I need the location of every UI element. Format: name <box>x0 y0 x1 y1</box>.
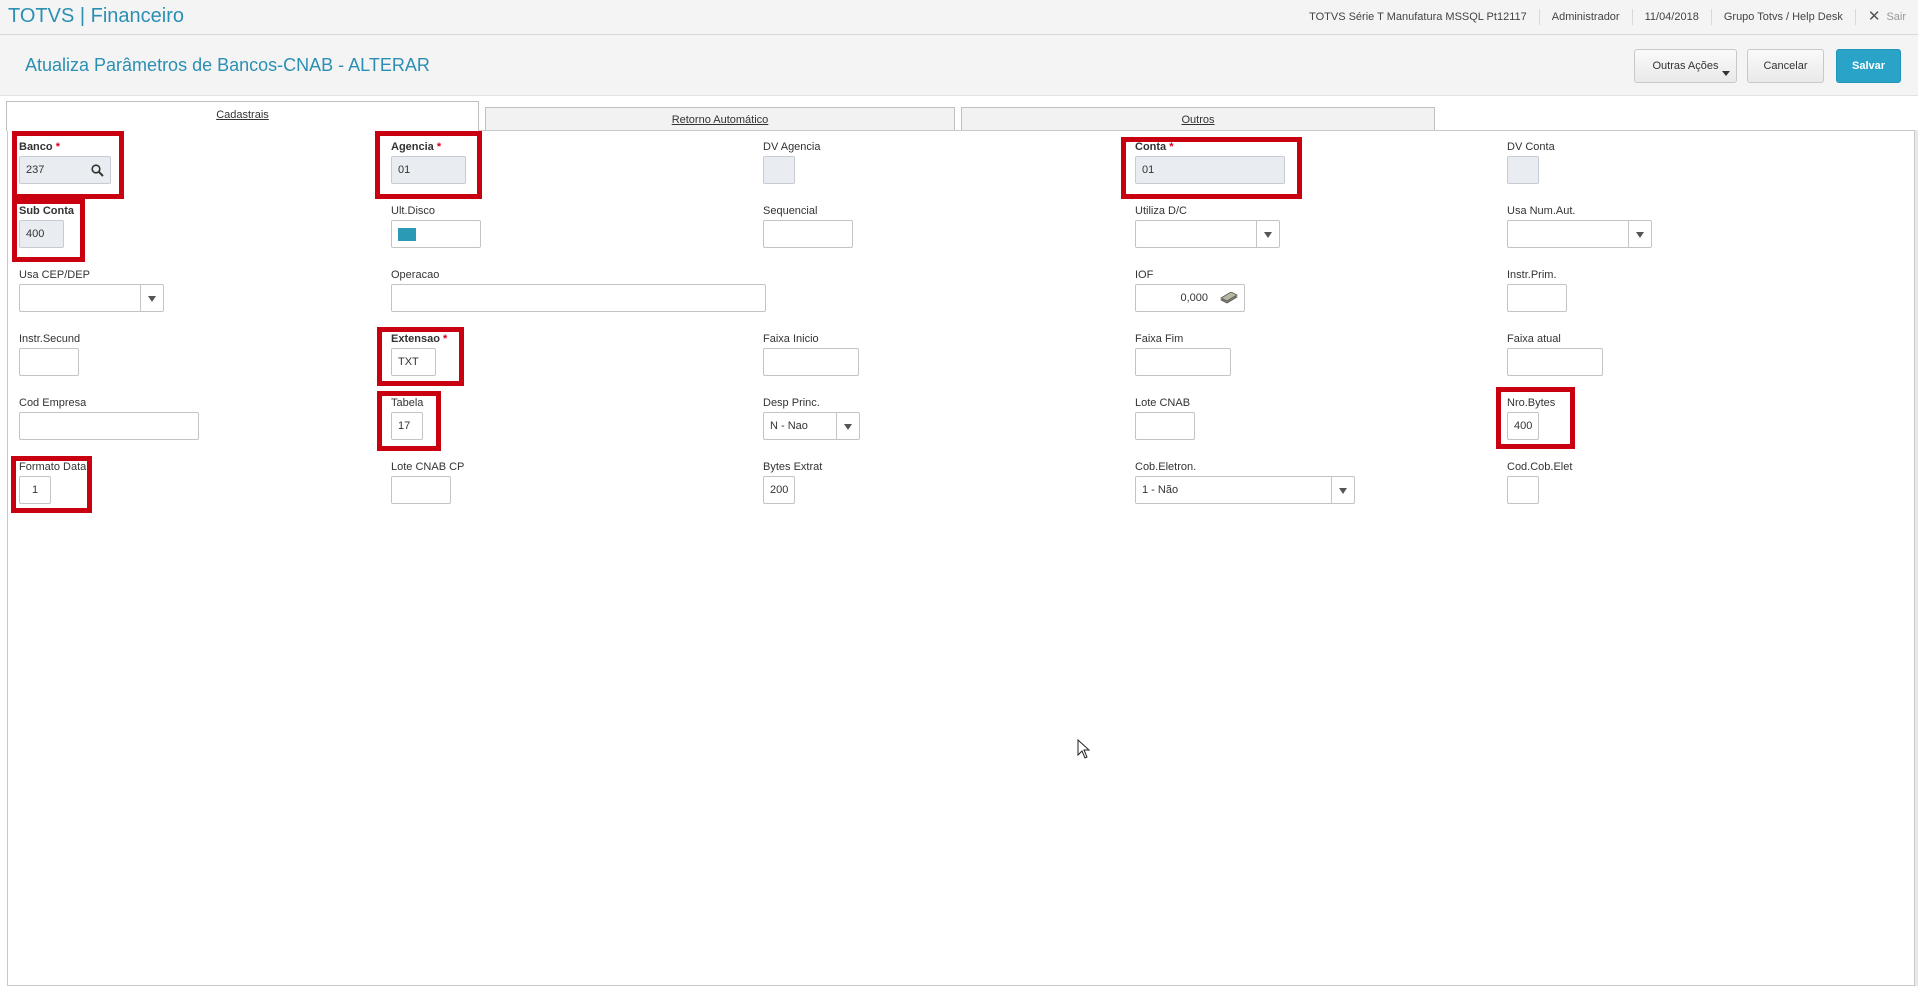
dv-agencia-label: DV Agencia <box>763 141 821 153</box>
lote-cnab-label: Lote CNAB <box>1135 397 1191 409</box>
save-button[interactable]: Salvar <box>1836 49 1901 83</box>
utiliza-dc-label: Utiliza D/C <box>1135 205 1187 217</box>
page-header: Atualiza Parâmetros de Bancos-CNAB - ALT… <box>0 35 1918 96</box>
iof-label: IOF <box>1135 269 1154 281</box>
faixa-atual-label: Faixa atual <box>1507 333 1561 345</box>
cob-eletron-select[interactable]: 1 - Não <box>1135 476 1355 504</box>
cod-empresa-field[interactable] <box>19 412 199 440</box>
faixa-fim-label: Faixa Fim <box>1135 333 1184 345</box>
money-icon[interactable] <box>1219 292 1239 305</box>
chevron-down-icon[interactable] <box>140 285 163 311</box>
desp-princ-select[interactable]: N - Nao <box>763 412 860 440</box>
bytes-extrat-label: Bytes Extrat <box>763 461 823 473</box>
operacao-field[interactable] <box>391 284 766 312</box>
tab-label: Cadastrais <box>216 109 269 121</box>
tab-label: Retorno Automático <box>671 114 769 126</box>
exit-button[interactable]: ✕ Sair <box>1854 8 1918 25</box>
highlight-box <box>12 199 85 262</box>
user-label[interactable]: Administrador <box>1538 9 1632 25</box>
group-label[interactable]: Grupo Totvs / Help Desk <box>1710 9 1855 25</box>
faixa-inicio-label: Faixa Inicio <box>763 333 819 345</box>
cod-cob-elet-field[interactable] <box>1507 476 1539 504</box>
bytes-extrat-field[interactable]: 200 <box>763 476 795 504</box>
instr-secund-field[interactable] <box>19 348 79 376</box>
dv-conta-field[interactable] <box>1507 156 1539 184</box>
color-swatch <box>398 228 416 241</box>
usa-num-aut-label: Usa Num.Aut. <box>1507 205 1576 217</box>
highlight-box <box>377 391 441 451</box>
dv-agencia-field[interactable] <box>763 156 795 184</box>
faixa-inicio-field[interactable] <box>763 348 859 376</box>
desp-princ-label: Desp Princ. <box>763 397 820 409</box>
exit-label: Sair <box>1886 11 1906 23</box>
chevron-down-icon[interactable] <box>1331 477 1354 503</box>
highlight-box <box>11 456 92 513</box>
tab-retorno-automatico[interactable]: Retorno Automático <box>485 107 955 131</box>
highlight-box <box>375 131 482 199</box>
other-actions-label: Outras Ações <box>1652 60 1719 72</box>
cod-empresa-label: Cod Empresa <box>19 397 87 409</box>
environment-label: TOTVS Série T Manufatura MSSQL Pt12117 <box>1309 11 1527 23</box>
date-label: 11/04/2018 <box>1631 9 1711 25</box>
tab-cadastrais[interactable]: Cadastrais <box>6 101 479 131</box>
instr-prim-label: Instr.Prim. <box>1507 269 1557 281</box>
ult-disco-field[interactable] <box>391 220 481 248</box>
usa-num-aut-select[interactable] <box>1507 220 1652 248</box>
instr-secund-label: Instr.Secund <box>19 333 81 345</box>
app-title: TOTVS | Financeiro <box>8 5 184 27</box>
ult-disco-label: Ult.Disco <box>391 205 436 217</box>
dv-conta-label: DV Conta <box>1507 141 1555 153</box>
operacao-label: Operacao <box>391 269 440 281</box>
close-icon: ✕ <box>1867 8 1881 25</box>
chevron-down-icon[interactable] <box>836 413 859 439</box>
highlight-box <box>1121 137 1302 199</box>
highlight-box <box>1496 387 1575 449</box>
tab-label: Outros <box>1181 114 1215 126</box>
sequencial-field[interactable] <box>763 220 853 248</box>
chevron-down-icon <box>1722 71 1730 76</box>
utiliza-dc-select[interactable] <box>1135 220 1280 248</box>
lote-cnab-cp-label: Lote CNAB CP <box>391 461 465 473</box>
form-panel <box>7 130 1915 986</box>
highlight-box <box>377 327 464 386</box>
sequencial-label: Sequencial <box>763 205 818 217</box>
page-title: Atualiza Parâmetros de Bancos-CNAB - ALT… <box>25 55 430 75</box>
cob-eletron-label: Cob.Eletron. <box>1135 461 1197 473</box>
mouse-cursor-icon <box>1077 739 1090 759</box>
instr-prim-field[interactable] <box>1507 284 1567 312</box>
cod-cob-elet-label: Cod.Cob.Elet <box>1507 461 1573 473</box>
usa-cep-dep-select[interactable] <box>19 284 164 312</box>
highlight-box <box>12 131 124 199</box>
lote-cnab-cp-field[interactable] <box>391 476 451 504</box>
faixa-atual-field[interactable] <box>1507 348 1603 376</box>
usa-cep-dep-label: Usa CEP/DEP <box>19 269 90 281</box>
chevron-down-icon[interactable] <box>1628 221 1651 247</box>
chevron-down-icon[interactable] <box>1256 221 1279 247</box>
top-info: TOTVS Série T Manufatura MSSQL Pt12117 A… <box>1297 0 1918 34</box>
iof-field[interactable]: 0,000 <box>1135 284 1245 312</box>
cancel-button[interactable]: Cancelar <box>1747 49 1824 83</box>
other-actions-button[interactable]: Outras Ações <box>1634 49 1737 83</box>
faixa-fim-field[interactable] <box>1135 348 1231 376</box>
lote-cnab-field[interactable] <box>1135 412 1195 440</box>
top-bar: TOTVS | Financeiro TOTVS Série T Manufat… <box>0 0 1918 35</box>
tab-outros[interactable]: Outros <box>961 107 1435 131</box>
